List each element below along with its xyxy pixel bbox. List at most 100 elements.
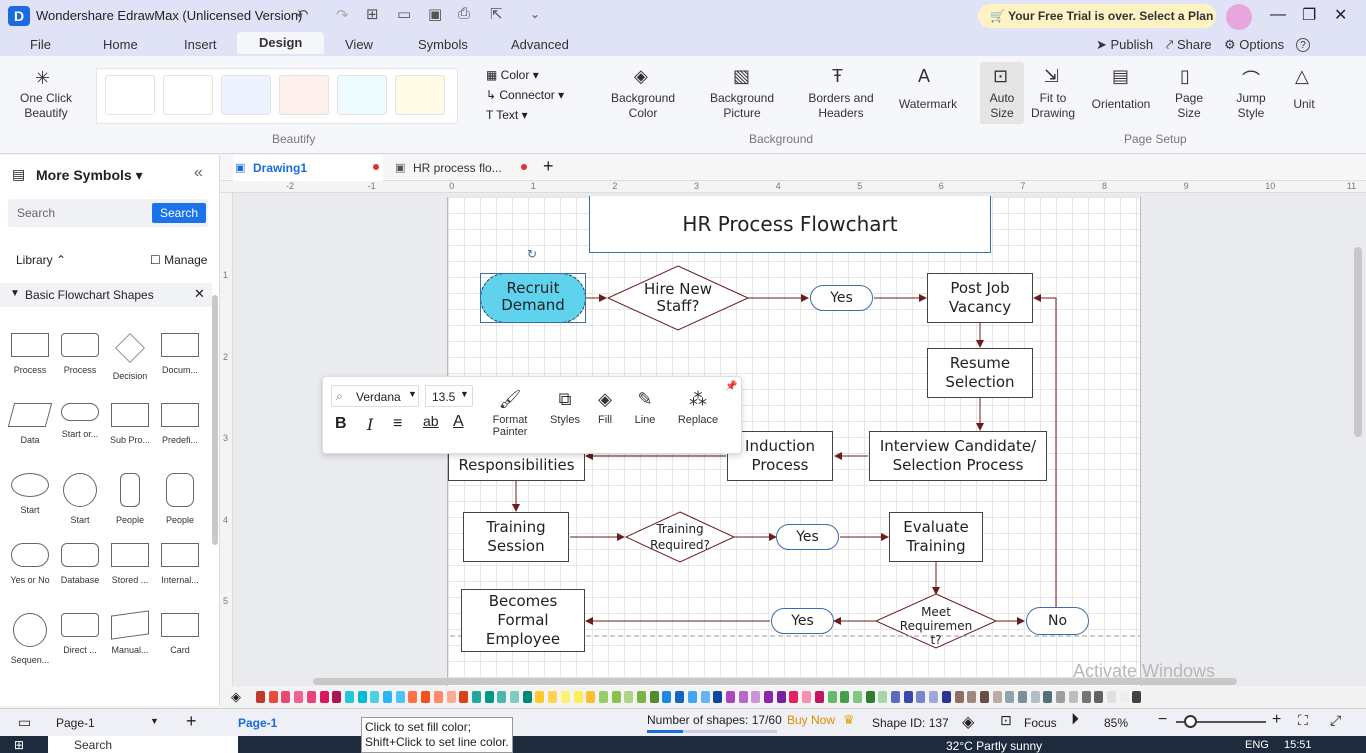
- color-swatch[interactable]: [992, 691, 1002, 703]
- yes-pill-1[interactable]: Yes: [810, 285, 873, 311]
- zoom-slider-handle[interactable]: [1184, 715, 1197, 728]
- bold-button[interactable]: B: [335, 415, 347, 433]
- color-swatch[interactable]: [433, 691, 443, 703]
- color-swatch[interactable]: [281, 691, 291, 703]
- color-swatch[interactable]: [408, 691, 418, 703]
- menu-advanced[interactable]: Advanced: [511, 37, 569, 52]
- maximize-icon[interactable]: ❐: [1302, 5, 1316, 25]
- menu-view[interactable]: View: [345, 37, 373, 52]
- manage-button[interactable]: ☐ Manage: [150, 253, 207, 267]
- font-selector[interactable]: ⌕ Verdana ▼: [331, 385, 419, 407]
- color-swatch[interactable]: [979, 691, 989, 703]
- color-swatch[interactable]: [865, 691, 875, 703]
- library-toggle[interactable]: Library ⌃: [16, 253, 66, 267]
- color-swatch[interactable]: [522, 691, 532, 703]
- pin-icon[interactable]: 📌: [725, 381, 737, 392]
- borders-headers-button[interactable]: Borders and Headers: [800, 91, 882, 121]
- color-swatch[interactable]: [332, 691, 342, 703]
- zoom-out-icon[interactable]: −: [1158, 711, 1167, 729]
- no-pill[interactable]: No: [1026, 607, 1089, 635]
- color-swatch[interactable]: [954, 691, 964, 703]
- color-swatch[interactable]: [421, 691, 431, 703]
- color-swatch[interactable]: [967, 691, 977, 703]
- new-icon[interactable]: ⊞: [366, 5, 379, 23]
- menu-home[interactable]: Home: [103, 37, 138, 52]
- shape-item[interactable]: Internal...: [150, 543, 210, 585]
- format-painter-button[interactable]: 🖌 Format Painter: [485, 389, 535, 438]
- add-tab-icon[interactable]: +: [543, 156, 554, 177]
- redo-icon[interactable]: ↷: [336, 6, 349, 24]
- minimize-icon[interactable]: —: [1270, 6, 1286, 24]
- color-swatch[interactable]: [649, 691, 659, 703]
- yes-pill-2[interactable]: Yes: [776, 524, 839, 550]
- shape-item[interactable]: Docum...: [150, 333, 210, 375]
- evaluate-training-box[interactable]: Evaluate Training: [889, 512, 983, 562]
- fullscreen-icon[interactable]: ⤢: [1330, 712, 1341, 729]
- windows-start-icon[interactable]: ⊞: [14, 738, 24, 752]
- fill-button[interactable]: ◈ Fill: [587, 389, 623, 426]
- vertical-scrollbar[interactable]: [1354, 247, 1362, 437]
- horizontal-scrollbar[interactable]: [313, 678, 1237, 685]
- color-swatch[interactable]: [662, 691, 672, 703]
- collapse-panel-icon[interactable]: «: [194, 164, 203, 182]
- focus-label[interactable]: Focus: [1024, 716, 1057, 730]
- italic-button[interactable]: I: [367, 415, 373, 434]
- color-button[interactable]: ▦ Color ▾: [486, 68, 539, 82]
- beautify-style-1[interactable]: [105, 75, 155, 115]
- color-swatch[interactable]: [1132, 691, 1142, 703]
- save-icon[interactable]: ▣: [428, 5, 442, 23]
- color-swatch[interactable]: [738, 691, 748, 703]
- clock[interactable]: 15:51: [1284, 739, 1312, 751]
- color-swatch[interactable]: [1056, 691, 1066, 703]
- play-icon[interactable]: ⏵: [1071, 711, 1079, 729]
- color-swatch[interactable]: [294, 691, 304, 703]
- interview-box[interactable]: Interview Candidate/ Selection Process: [869, 431, 1047, 481]
- color-swatch[interactable]: [560, 691, 570, 703]
- fit-page-icon[interactable]: ⛶: [1298, 712, 1308, 729]
- unit-button[interactable]: Unit: [1286, 97, 1322, 112]
- color-swatch[interactable]: [497, 691, 507, 703]
- beautify-style-5[interactable]: [337, 75, 387, 115]
- color-swatch[interactable]: [484, 691, 494, 703]
- rotate-handle-icon[interactable]: ↻: [527, 247, 537, 261]
- color-swatch[interactable]: [840, 691, 850, 703]
- align-icon[interactable]: ≡: [393, 415, 402, 433]
- color-swatch[interactable]: [357, 691, 367, 703]
- avatar[interactable]: [1226, 4, 1252, 30]
- color-swatch[interactable]: [344, 691, 354, 703]
- language-indicator[interactable]: ENG: [1245, 739, 1269, 751]
- page-list-icon[interactable]: ▭: [18, 714, 31, 731]
- color-swatch[interactable]: [700, 691, 710, 703]
- buy-now-link[interactable]: Buy Now: [787, 713, 835, 727]
- color-swatch[interactable]: [802, 691, 812, 703]
- hire-staff-label[interactable]: Hire New Staff?: [634, 281, 722, 315]
- orientation-button[interactable]: Orientation: [1086, 97, 1156, 112]
- one-click-beautify-button[interactable]: One Click Beautify: [12, 91, 80, 121]
- color-swatch[interactable]: [687, 691, 697, 703]
- color-swatch[interactable]: [268, 691, 278, 703]
- color-swatch[interactable]: [370, 691, 380, 703]
- color-swatch[interactable]: [1005, 691, 1015, 703]
- font-color-icon[interactable]: A: [453, 413, 464, 431]
- print-icon[interactable]: ⎙: [458, 5, 470, 22]
- color-swatch[interactable]: [725, 691, 735, 703]
- color-swatch[interactable]: [1094, 691, 1104, 703]
- page-selector[interactable]: Page-1 ▼: [48, 711, 168, 733]
- close-icon[interactable]: ✕: [1334, 5, 1347, 25]
- shape-item[interactable]: Predefi...: [150, 403, 210, 445]
- color-swatch[interactable]: [713, 691, 723, 703]
- post-job-vacancy-box[interactable]: Post Job Vacancy: [927, 273, 1033, 323]
- menu-symbols[interactable]: Symbols: [418, 37, 468, 52]
- color-swatch[interactable]: [929, 691, 939, 703]
- color-swatch[interactable]: [586, 691, 596, 703]
- zoom-in-icon[interactable]: +: [1272, 711, 1281, 729]
- color-swatch[interactable]: [624, 691, 634, 703]
- close-category-icon[interactable]: ✕: [194, 286, 205, 302]
- options-button[interactable]: ⚙ Options: [1224, 37, 1284, 53]
- more-symbols-title[interactable]: More Symbols ▾: [36, 167, 143, 184]
- color-swatch[interactable]: [446, 691, 456, 703]
- color-swatch[interactable]: [535, 691, 545, 703]
- underline-ab-icon[interactable]: ab: [423, 413, 439, 429]
- color-swatch[interactable]: [1106, 691, 1116, 703]
- color-swatch[interactable]: [776, 691, 786, 703]
